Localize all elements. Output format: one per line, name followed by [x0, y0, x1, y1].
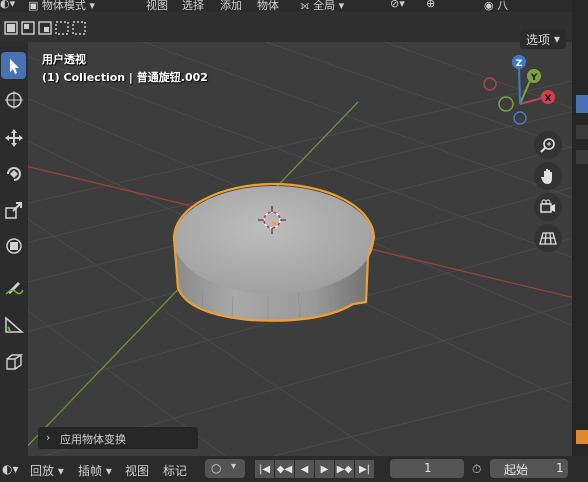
timeline-header: ◐▾ 回放 ▾ 插帧 ▾ 视图 标记 ○ ▾ |◀ ◆◀ ◀ ▶ ▶◆ ▶| 1… [0, 456, 588, 482]
grid-ortho-icon [539, 232, 557, 245]
ortho-toggle-button[interactable] [534, 224, 562, 252]
scale-tool-button[interactable] [1, 196, 26, 223]
tool-settings-bar: 选项 ▾ [0, 12, 572, 49]
chevron-right-icon: › [46, 431, 51, 444]
selected-knob-object[interactable] [172, 182, 376, 322]
next-keyframe-icon: ▶◆ [336, 463, 353, 475]
auto-keying-toggle[interactable]: ○ ▾ [205, 459, 245, 478]
prev-keyframe-button[interactable]: ◆◀ [275, 460, 294, 478]
play-button[interactable]: ▶ [315, 460, 334, 478]
properties-tab[interactable] [576, 125, 588, 139]
marker-menu[interactable]: 标记 [163, 462, 187, 479]
menu-add[interactable]: 添加 [220, 0, 242, 12]
prev-keyframe-icon: ◆◀ [276, 463, 293, 475]
play-reverse-icon: ◀ [300, 463, 309, 475]
viewport-scene[interactable]: Z Y X [28, 42, 572, 456]
overlay-icon: ◉ [484, 0, 494, 12]
select-cursor-icon [9, 58, 19, 74]
scale-icon [4, 201, 22, 219]
navigation-gizmo[interactable]: Z Y X [483, 55, 555, 125]
add-cube-icon [5, 353, 23, 370]
select-invert-icon [55, 21, 69, 35]
jump-start-icon: |◀ [258, 463, 271, 475]
chevron-down-icon: ▾ [231, 461, 237, 472]
menu-select[interactable]: 选择 [182, 0, 204, 12]
transform-icon [5, 237, 22, 254]
select-tool-button[interactable] [1, 52, 26, 79]
play-icon: ▶ [320, 463, 329, 475]
menu-object[interactable]: 物体 [257, 0, 279, 12]
pan-button[interactable] [534, 162, 562, 190]
current-frame-value: 1 [424, 461, 432, 475]
select-intersect-icon [72, 21, 86, 35]
chevron-down-icon: ▾ [89, 0, 95, 12]
hand-pan-icon [541, 169, 552, 184]
editor-type-icon[interactable]: ◐▾ [0, 0, 15, 10]
annotate-icon [4, 281, 24, 295]
chevron-down-icon: ▾ [553, 32, 561, 46]
playback-label: 回放 [30, 464, 55, 478]
cursor-tool-button[interactable] [1, 86, 26, 113]
options-label: 选项 [525, 32, 550, 47]
snap-icon[interactable]: ⊘▾ [390, 0, 405, 10]
jump-start-button[interactable]: |◀ [255, 460, 274, 478]
stopwatch-icon[interactable]: ⏱ [472, 462, 481, 477]
rotate-tool-button[interactable] [1, 160, 26, 187]
jump-end-icon: ▶| [358, 463, 371, 475]
current-frame-field[interactable]: 1 [390, 459, 464, 478]
3d-cursor-icon [4, 90, 23, 109]
properties-tab[interactable] [576, 150, 588, 164]
header-menu-bar: ◐▾ ▣ 物体模式 ▾ 视图 选择 添加 物体 ⟗ 全局 ▾ ⊘▾ ⊕ ◉ 八 [0, 0, 572, 12]
add-cube-tool-button[interactable] [1, 348, 26, 375]
options-dropdown[interactable]: 选项 ▾ [520, 29, 566, 49]
orientation-icon: ⟗ [300, 0, 310, 12]
next-keyframe-button[interactable]: ▶◆ [335, 460, 354, 478]
measure-tool-button[interactable] [1, 310, 26, 337]
move-tool-button[interactable] [1, 124, 26, 151]
gizmo-z-label: Z [516, 59, 523, 69]
menu-view[interactable]: 视图 [146, 0, 168, 12]
last-operator-panel[interactable]: › 应用物体变换 [38, 427, 198, 449]
orientation-label: 全局 [313, 0, 336, 12]
3d-viewport[interactable]: Z Y X [28, 42, 572, 456]
left-toolbar [0, 42, 28, 456]
overlay-dropdown[interactable]: ◉ 八 [484, 0, 508, 12]
timeline-view-menu[interactable]: 视图 [125, 462, 149, 479]
mode-label: 物体模式 [41, 0, 86, 12]
annotate-tool-button[interactable] [1, 272, 26, 299]
move-icon [4, 128, 23, 147]
start-frame-field[interactable]: 起始 1 [490, 459, 568, 478]
operator-label: 应用物体变换 [60, 433, 126, 446]
object-properties-tab[interactable] [576, 430, 588, 444]
keying-menu[interactable]: 插帧 ▾ [78, 462, 112, 479]
zoom-button[interactable] [534, 131, 562, 159]
keying-label: 插帧 [78, 464, 103, 478]
rotate-icon [6, 166, 21, 181]
playback-menu[interactable]: 回放 ▾ [30, 462, 64, 479]
measure-icon [4, 315, 24, 333]
view-name-label: 用户透视 [42, 53, 86, 66]
record-icon: ○ [211, 461, 222, 475]
orientation-dropdown[interactable]: ⟗ 全局 ▾ [300, 0, 344, 12]
proportional-editing-icon[interactable]: ⊕ [426, 0, 435, 10]
play-reverse-button[interactable]: ◀ [295, 460, 314, 478]
selection-mode-icons[interactable] [4, 21, 86, 35]
mode-icon: ▣ [28, 0, 39, 12]
start-value: 1 [556, 461, 564, 475]
transform-tool-button[interactable] [1, 232, 26, 259]
camera-icon [540, 199, 555, 213]
mode-dropdown[interactable]: ▣ 物体模式 ▾ [28, 0, 95, 12]
editor-type-icon[interactable]: ◐▾ [2, 462, 19, 476]
zoom-icon [540, 138, 555, 153]
properties-tab-active[interactable] [576, 95, 588, 113]
collection-object-label: (1) Collection | 普通旋钮.002 [42, 71, 208, 84]
chevron-down-icon: ▾ [338, 0, 345, 12]
gizmo-x-label: X [545, 94, 552, 104]
camera-view-button[interactable] [534, 193, 562, 221]
jump-end-button[interactable]: ▶| [355, 460, 374, 478]
gizmo-y-label: Y [530, 73, 538, 83]
start-label: 起始 [504, 463, 529, 477]
properties-editor-edge [572, 0, 588, 482]
overlay-label: 八 [497, 0, 509, 12]
